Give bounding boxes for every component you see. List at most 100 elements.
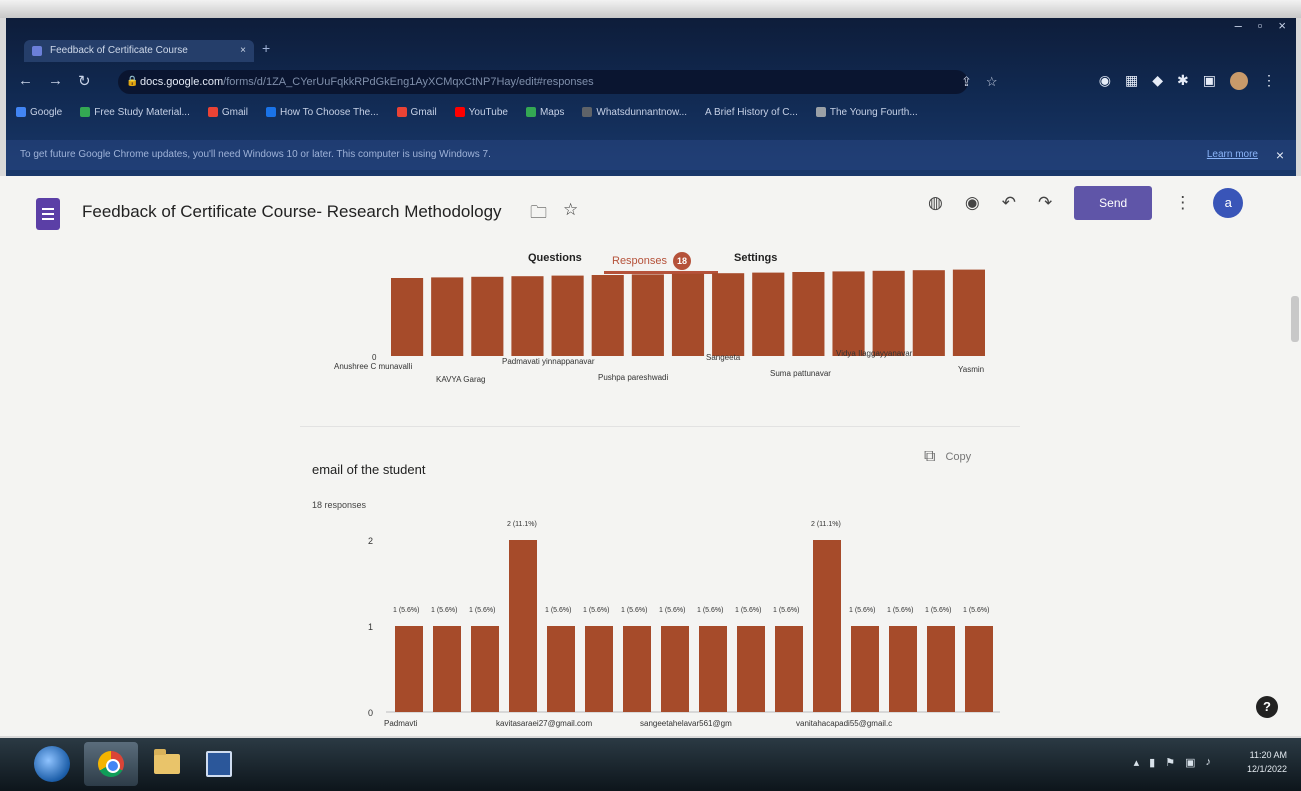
email-chart-bar bbox=[927, 626, 955, 712]
email-chart-x-label: vanitahacapadi55@gmail.c bbox=[796, 719, 892, 728]
bookmark-item[interactable]: Gmail bbox=[396, 102, 437, 122]
learn-more-link[interactable]: Learn more bbox=[1207, 140, 1258, 170]
email-chart-bar bbox=[623, 626, 651, 712]
volume-icon[interactable]: ♪ bbox=[1206, 756, 1212, 769]
new-tab-button[interactable]: + bbox=[262, 40, 270, 56]
arrow-extension-icon[interactable]: ◆ bbox=[1152, 72, 1163, 90]
email-chart-bar bbox=[813, 540, 841, 712]
youtube-icon bbox=[454, 107, 465, 117]
email-chart-bar bbox=[585, 626, 613, 712]
taskbar-word[interactable] bbox=[192, 742, 246, 786]
name-chart-bar bbox=[391, 278, 424, 356]
question-title: email of the student bbox=[312, 462, 426, 477]
close-window-button[interactable]: × bbox=[1278, 18, 1286, 33]
name-chart-bar bbox=[471, 276, 504, 356]
maximize-button[interactable]: ▫ bbox=[1258, 18, 1263, 33]
name-chart-x-label: Vidya Ilaggayyanavar bbox=[836, 349, 913, 358]
bookmark-label: Whatsdunnantnow... bbox=[596, 106, 688, 118]
bookmark-item[interactable]: How To Choose The... bbox=[265, 102, 379, 122]
bookmark-icon bbox=[80, 107, 91, 117]
bookmark-icon bbox=[815, 107, 826, 117]
email-chart-bar bbox=[433, 626, 461, 712]
windows-taskbar: ▴ ▮ ⚑ ▣ ♪ 11:20 AM 12/1/2022 bbox=[0, 738, 1301, 791]
name-chart-bar bbox=[431, 277, 464, 356]
help-icon[interactable]: ? bbox=[1256, 696, 1278, 718]
tab-strip: Feedback of Certificate Course × + – ▫ × bbox=[6, 18, 1296, 62]
bookmark-label: Google bbox=[30, 106, 63, 118]
email-chart-bar bbox=[471, 626, 499, 712]
chrome-menu-icon[interactable]: ⋮ bbox=[1262, 72, 1276, 90]
bookmark-item[interactable]: Gmail bbox=[207, 102, 248, 122]
bookmark-star-icon[interactable]: ☆ bbox=[986, 74, 998, 90]
taskbar-explorer[interactable] bbox=[140, 742, 194, 786]
email-chart-bar bbox=[661, 626, 689, 712]
bookmark-item[interactable]: Maps bbox=[525, 102, 564, 122]
tray-arrow-icon[interactable]: ▴ bbox=[1134, 756, 1140, 769]
bookmark-label: Gmail bbox=[410, 106, 437, 118]
email-chart-data-label: 1 (5.6%) bbox=[469, 607, 495, 614]
gmail-icon bbox=[207, 107, 218, 117]
email-chart-data-label: 1 (5.6%) bbox=[659, 607, 685, 614]
email-chart-data-label: 1 (5.6%) bbox=[963, 607, 989, 614]
bookmark-item[interactable]: Free Study Material... bbox=[80, 102, 190, 122]
email-chart-y-tick: 1 bbox=[368, 622, 373, 632]
back-arrow-icon[interactable]: ← bbox=[18, 72, 33, 89]
chrome-window: Feedback of Certificate Course × + – ▫ ×… bbox=[6, 18, 1296, 188]
window-controls: – ▫ × bbox=[1235, 18, 1286, 33]
bookmark-item[interactable]: A Brief History of C... bbox=[705, 102, 798, 122]
email-chart-bar bbox=[965, 626, 993, 712]
chrome-icon bbox=[98, 751, 124, 777]
email-chart-data-label: 1 (5.6%) bbox=[583, 607, 609, 614]
name-chart-bar bbox=[872, 270, 905, 356]
taskbar-clock[interactable]: 11:20 AM 12/1/2022 bbox=[1247, 748, 1287, 776]
email-chart-bar bbox=[737, 626, 765, 712]
folder-explorer-icon bbox=[154, 749, 180, 774]
sidepanel-icon[interactable]: ▣ bbox=[1203, 72, 1216, 90]
display-icon[interactable]: ▣ bbox=[1185, 756, 1195, 769]
name-chart-bar bbox=[551, 275, 584, 356]
forward-arrow-icon[interactable]: → bbox=[48, 72, 63, 89]
name-chart-bar bbox=[952, 269, 985, 356]
email-chart-bar bbox=[699, 626, 727, 712]
email-chart-bar bbox=[509, 540, 537, 712]
email-chart-data-label: 1 (5.6%) bbox=[545, 607, 571, 614]
name-chart-x-label: Padmavati yinnappanavar bbox=[502, 357, 595, 366]
extension-icons: ◉ ▦ ◆ ✱ ▣ ⋮ bbox=[1099, 72, 1276, 90]
bookmark-icon bbox=[265, 107, 276, 117]
bookmark-item[interactable]: YouTube bbox=[454, 102, 508, 122]
name-chart-bar bbox=[591, 275, 624, 356]
bookmark-label: A Brief History of C... bbox=[705, 106, 798, 118]
puzzle-icon[interactable]: ✱ bbox=[1177, 72, 1189, 90]
profile-avatar-icon[interactable] bbox=[1230, 72, 1248, 90]
windows-start-icon[interactable] bbox=[34, 746, 70, 782]
copy-label: Copy bbox=[945, 451, 972, 463]
bookmark-item[interactable]: Google bbox=[16, 102, 62, 122]
share-icon[interactable]: ⇪ bbox=[961, 74, 972, 90]
infobar-close-icon[interactable]: × bbox=[1276, 140, 1284, 170]
address-row: ← → ↻ 🔒 docs.google.com/forms/d/1ZA_CYer… bbox=[6, 66, 1296, 96]
charts-canvas: 0Anushree C munavalliKAVYA GaragPadmavat… bbox=[334, 269, 1000, 728]
address-bar[interactable]: 🔒 docs.google.com/forms/d/1ZA_CYerUuFqkk… bbox=[118, 70, 968, 94]
card-divider bbox=[300, 426, 1020, 427]
flag-icon[interactable]: ⚑ bbox=[1165, 756, 1175, 769]
bookmark-item[interactable]: Whatsdunnantnow... bbox=[582, 102, 687, 122]
grid-extension-icon[interactable]: ▦ bbox=[1125, 72, 1138, 90]
monitor-bezel bbox=[0, 0, 1301, 18]
extension-icon[interactable]: ◉ bbox=[1099, 72, 1111, 90]
bookmark-label: How To Choose The... bbox=[279, 106, 379, 118]
browser-tab[interactable]: Feedback of Certificate Course × bbox=[24, 40, 254, 62]
infobar-text: To get future Google Chrome updates, you… bbox=[20, 149, 491, 160]
bookmark-label: Free Study Material... bbox=[94, 106, 190, 118]
network-icon[interactable]: ▮ bbox=[1149, 756, 1155, 769]
taskbar-chrome[interactable] bbox=[84, 742, 138, 786]
email-chart-data-label: 1 (5.6%) bbox=[887, 607, 913, 614]
bookmark-item[interactable]: The Young Fourth... bbox=[815, 102, 918, 122]
copy-chart-button[interactable]: ⧉ Copy bbox=[924, 448, 971, 466]
name-chart-bar bbox=[671, 273, 705, 356]
reload-icon[interactable]: ↻ bbox=[78, 72, 91, 90]
clock-time: 11:20 AM bbox=[1249, 750, 1287, 760]
minimize-button[interactable]: – bbox=[1235, 18, 1242, 33]
tab-close-icon[interactable]: × bbox=[240, 40, 246, 62]
email-chart-data-label: 1 (5.6%) bbox=[925, 607, 951, 614]
bookmarks-bar: Google Free Study Material... Gmail How … bbox=[16, 102, 918, 122]
